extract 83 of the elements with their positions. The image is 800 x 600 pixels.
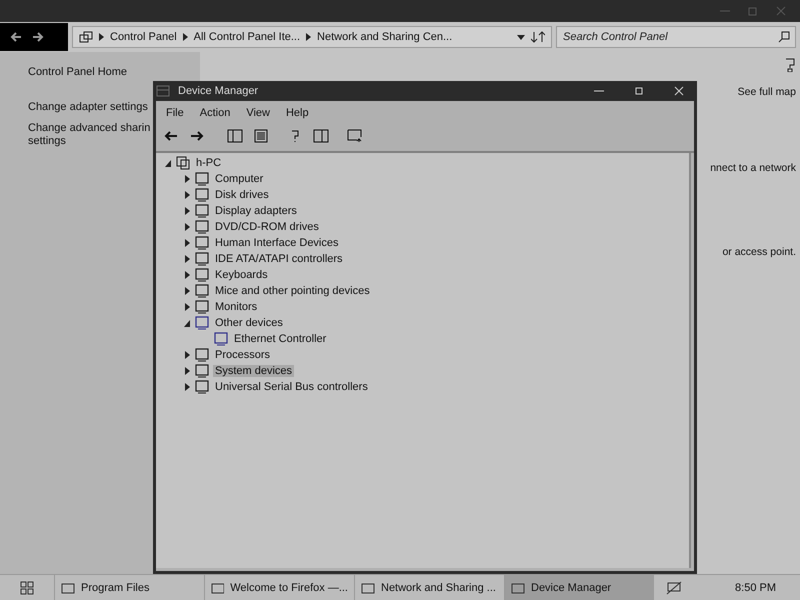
forward-arrow-icon[interactable]	[32, 31, 44, 43]
tree-item[interactable]: Computer	[213, 173, 266, 185]
expand-arrow-icon[interactable]	[183, 286, 191, 296]
tree-item[interactable]: Disk drives	[213, 189, 271, 201]
tree-item[interactable]: System devices	[213, 365, 294, 377]
device-icon	[194, 284, 210, 298]
back-arrow-icon[interactable]	[10, 31, 22, 43]
device-icon	[194, 364, 210, 378]
tree-item[interactable]: h-PC	[194, 157, 224, 169]
address-bar[interactable]: Control Panel All Control Panel Ite... Network and Sharing Cen...	[72, 26, 552, 48]
device-icon	[194, 252, 210, 266]
collapse-arrow-icon[interactable]	[164, 158, 172, 168]
computer-icon	[175, 156, 191, 170]
help-icon[interactable]	[784, 58, 796, 72]
chevron-icon[interactable]	[99, 33, 104, 41]
expand-arrow-icon[interactable]	[183, 206, 191, 216]
expand-arrow-icon[interactable]	[183, 222, 191, 232]
window-icon	[211, 582, 224, 594]
menu-item[interactable]: Help	[280, 105, 315, 121]
tree-item[interactable]: Other devices	[213, 317, 285, 329]
device-icon	[194, 380, 210, 394]
menu-item[interactable]: Action	[194, 105, 236, 121]
device-icon	[194, 172, 210, 186]
device-icon	[194, 316, 210, 330]
expand-arrow-icon[interactable]	[183, 270, 191, 280]
search-field[interactable]: Search Control Panel	[556, 26, 796, 48]
content-text[interactable]: See full map	[738, 86, 796, 98]
device-icon	[194, 300, 210, 314]
device-icon	[194, 268, 210, 282]
device-icon	[194, 188, 210, 202]
breadcrumb[interactable]: Network and Sharing Cen...	[317, 31, 452, 43]
tree-item[interactable]: Universal Serial Bus controllers	[213, 381, 370, 393]
tree-item[interactable]: Human Interface Devices	[213, 237, 340, 249]
tree-item[interactable]: IDE ATA/ATAPI controllers	[213, 253, 345, 265]
device-icon	[213, 332, 229, 346]
chevron-icon[interactable]	[306, 33, 312, 41]
collapse-arrow-icon[interactable]	[183, 318, 191, 328]
tree-item[interactable]: Monitors	[213, 301, 260, 313]
dropdown-icon[interactable]	[517, 34, 525, 40]
split-view-icon[interactable]	[312, 127, 330, 145]
expand-arrow-icon[interactable]	[183, 350, 191, 360]
content-text: or access point.	[722, 246, 796, 258]
expand-arrow-icon[interactable]	[183, 382, 191, 392]
taskbar-button[interactable]: Device Manager	[504, 575, 654, 600]
refresh-arrows-icon[interactable]	[531, 31, 545, 43]
tree-item[interactable]: Ethernet Controller	[232, 333, 328, 345]
expand-arrow-icon[interactable]	[183, 174, 191, 184]
panel-icon[interactable]	[226, 127, 244, 145]
sidebar-link[interactable]: Control Panel Home	[28, 66, 128, 79]
chevron-icon[interactable]	[182, 33, 188, 41]
app-icon	[156, 85, 170, 97]
window-title: Device Manager	[178, 85, 260, 97]
expand-arrow-icon[interactable]	[183, 254, 191, 264]
maximize-icon[interactable]	[634, 86, 644, 96]
tree-item[interactable]: Mice and other pointing devices	[213, 285, 372, 297]
menu-item[interactable]: File	[160, 105, 190, 121]
content-text: nnect to a network	[710, 162, 796, 174]
tree-item[interactable]: Processors	[213, 349, 272, 361]
windows-icon	[79, 31, 93, 43]
tree-item[interactable]: Keyboards	[213, 269, 270, 281]
expand-arrow-icon[interactable]	[183, 190, 191, 200]
network-icon[interactable]	[666, 580, 682, 594]
device-icon	[194, 220, 210, 234]
expand-arrow-icon[interactable]	[183, 366, 191, 376]
breadcrumb[interactable]: Control Panel	[110, 31, 177, 43]
menu-item[interactable]: View	[240, 105, 276, 121]
window-icon	[61, 582, 75, 594]
window-icon	[511, 582, 525, 594]
list-icon[interactable]	[252, 127, 270, 145]
tree-item[interactable]: DVD/CD-ROM drives	[213, 221, 321, 233]
expand-arrow-icon[interactable]	[183, 302, 191, 312]
device-icon	[194, 236, 210, 250]
sidebar-link[interactable]: Change adapter settings	[28, 101, 148, 114]
device-icon	[194, 348, 210, 362]
device-icon	[194, 204, 210, 218]
window-icon	[361, 582, 375, 594]
expand-arrow-icon[interactable]	[183, 238, 191, 248]
sidebar-link[interactable]: Change advanced sharin settings	[28, 122, 150, 148]
search-icon[interactable]	[778, 31, 790, 43]
tree-item[interactable]: Display adapters	[213, 205, 299, 217]
breadcrumb[interactable]: All Control Panel Ite...	[194, 31, 300, 43]
clock[interactable]: 8:50 PM	[735, 582, 776, 594]
scan-hardware-icon[interactable]	[346, 127, 364, 145]
